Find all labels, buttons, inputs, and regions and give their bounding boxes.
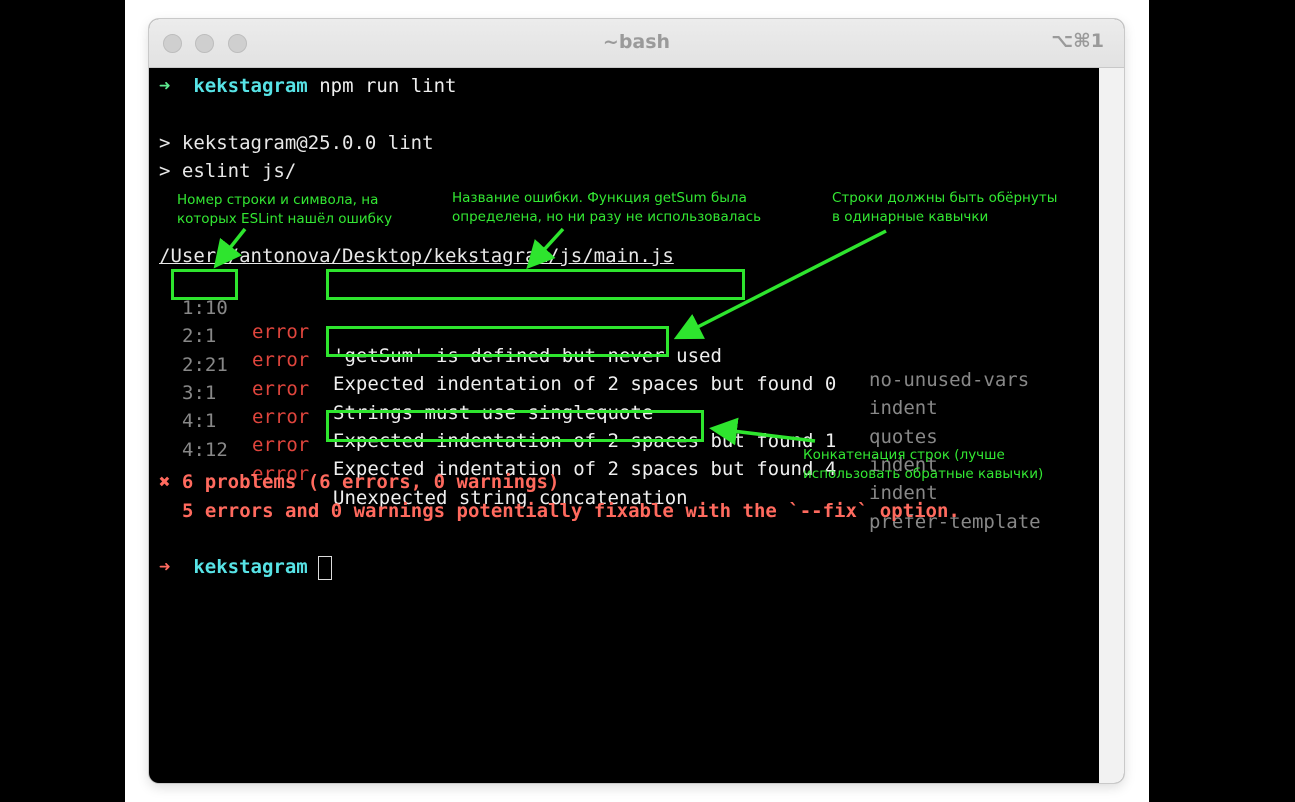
arrow-to-error-name [526, 227, 565, 270]
arrow-to-quotes [673, 229, 887, 340]
arrow-to-position [213, 227, 247, 269]
annotation-arrows [213, 227, 887, 446]
arrow-to-concat [709, 417, 816, 446]
